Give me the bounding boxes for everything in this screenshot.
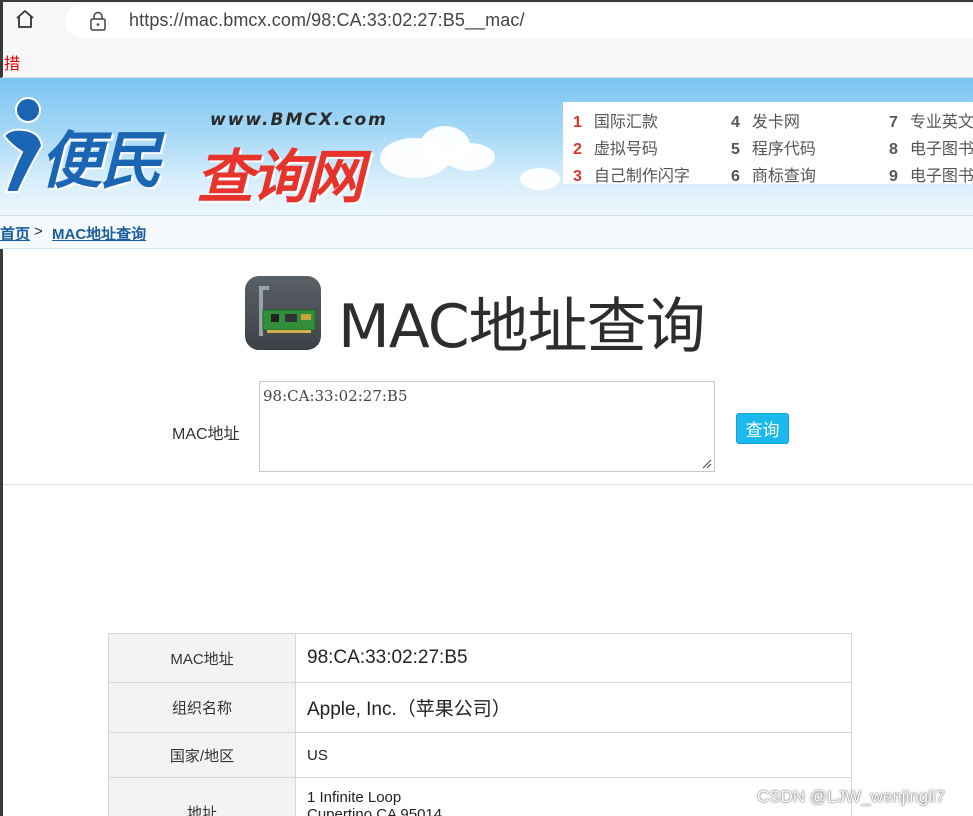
table-row: 组织名称 Apple, Inc.（苹果公司） <box>108 682 852 733</box>
window-edge <box>0 249 3 816</box>
quicklinks-panel: 1 国际汇款 2 虚拟号码 3 自己制作闪字 4 发卡网 5 程序代码 6 商标查询 7 专业… <box>563 102 973 186</box>
quicklink[interactable]: 9 电子图书 <box>889 162 973 186</box>
table-row: 国家/地区 US <box>108 732 852 778</box>
row-value: US <box>295 732 852 778</box>
result-table: MAC地址 98:CA:33:02:27:B5 组织名称 Apple, Inc.… <box>108 633 852 816</box>
logo-text-right: 查询网 <box>196 143 364 211</box>
mac-input[interactable]: 98:CA:33:02:27:B5 <box>259 381 715 472</box>
url-text: https://mac.bmcx.com/98:CA:33:02:27:B5__… <box>129 10 525 30</box>
watermark: CSDN @LJW_wenjingli7 <box>757 787 946 806</box>
site-header: www.BMCX.com 便民 查询网 1 国际汇款 2 虚拟号码 3 自己制作闪字 … <box>0 78 973 215</box>
url-field[interactable]: https://mac.bmcx.com/98:CA:33:02:27:B5__… <box>65 4 973 38</box>
query-button[interactable]: 查询 <box>736 413 789 444</box>
row-value: Apple, Inc.（苹果公司） <box>295 682 852 733</box>
breadcrumb-separator: > <box>34 223 43 240</box>
quicklink[interactable]: 8 电子图书 <box>889 135 973 159</box>
divider <box>3 484 973 485</box>
browser-address-bar: https://mac.bmcx.com/98:CA:33:02:27:B5__… <box>0 0 973 40</box>
row-value: 98:CA:33:02:27:B5 <box>295 633 852 683</box>
quicklink[interactable]: 1 国际汇款 <box>573 108 658 132</box>
cloud-decoration <box>520 168 560 190</box>
network-card-icon <box>245 276 321 350</box>
logo-text-left: 便民 <box>40 124 162 197</box>
table-row: MAC地址 98:CA:33:02:27:B5 <box>108 633 852 683</box>
row-key: 地址 <box>108 777 296 816</box>
site-logo[interactable]: www.BMCX.com 便民 查询网 <box>0 90 420 211</box>
address-line: Cupertino CA 95014 <box>307 806 443 816</box>
lock-icon <box>89 11 107 36</box>
bookmark-item[interactable]: 措 <box>4 50 20 74</box>
quicklink[interactable]: 7 专业英文 <box>889 108 973 132</box>
quicklink[interactable]: 6 商标查询 <box>731 162 816 186</box>
row-key: 国家/地区 <box>108 732 296 778</box>
row-key: 组织名称 <box>108 682 296 733</box>
quicklink[interactable]: 3 自己制作闪字 <box>573 162 690 186</box>
resize-handle-icon[interactable] <box>700 457 712 469</box>
quicklink[interactable]: 2 虚拟号码 <box>573 135 658 159</box>
bookmark-bar: 措 <box>0 40 973 78</box>
table-row: 地址 1 Infinite Loop Cupertino CA 95014 <box>108 777 852 816</box>
cloud-decoration <box>445 143 495 171</box>
mac-input-label: MAC地址 <box>172 426 240 443</box>
quicklink[interactable]: 4 发卡网 <box>731 108 800 132</box>
site-domain: www.BMCX.com <box>210 110 388 130</box>
breadcrumb-current-link[interactable]: MAC地址查询 <box>52 223 146 244</box>
quicklink[interactable]: 5 程序代码 <box>731 135 816 159</box>
breadcrumb-home-link[interactable]: 首页 <box>0 223 30 244</box>
home-icon[interactable] <box>13 7 37 31</box>
row-key: MAC地址 <box>108 633 296 683</box>
breadcrumb: 首页 > MAC地址查询 <box>0 215 973 249</box>
page-title: MAC地址查询 <box>338 292 706 362</box>
